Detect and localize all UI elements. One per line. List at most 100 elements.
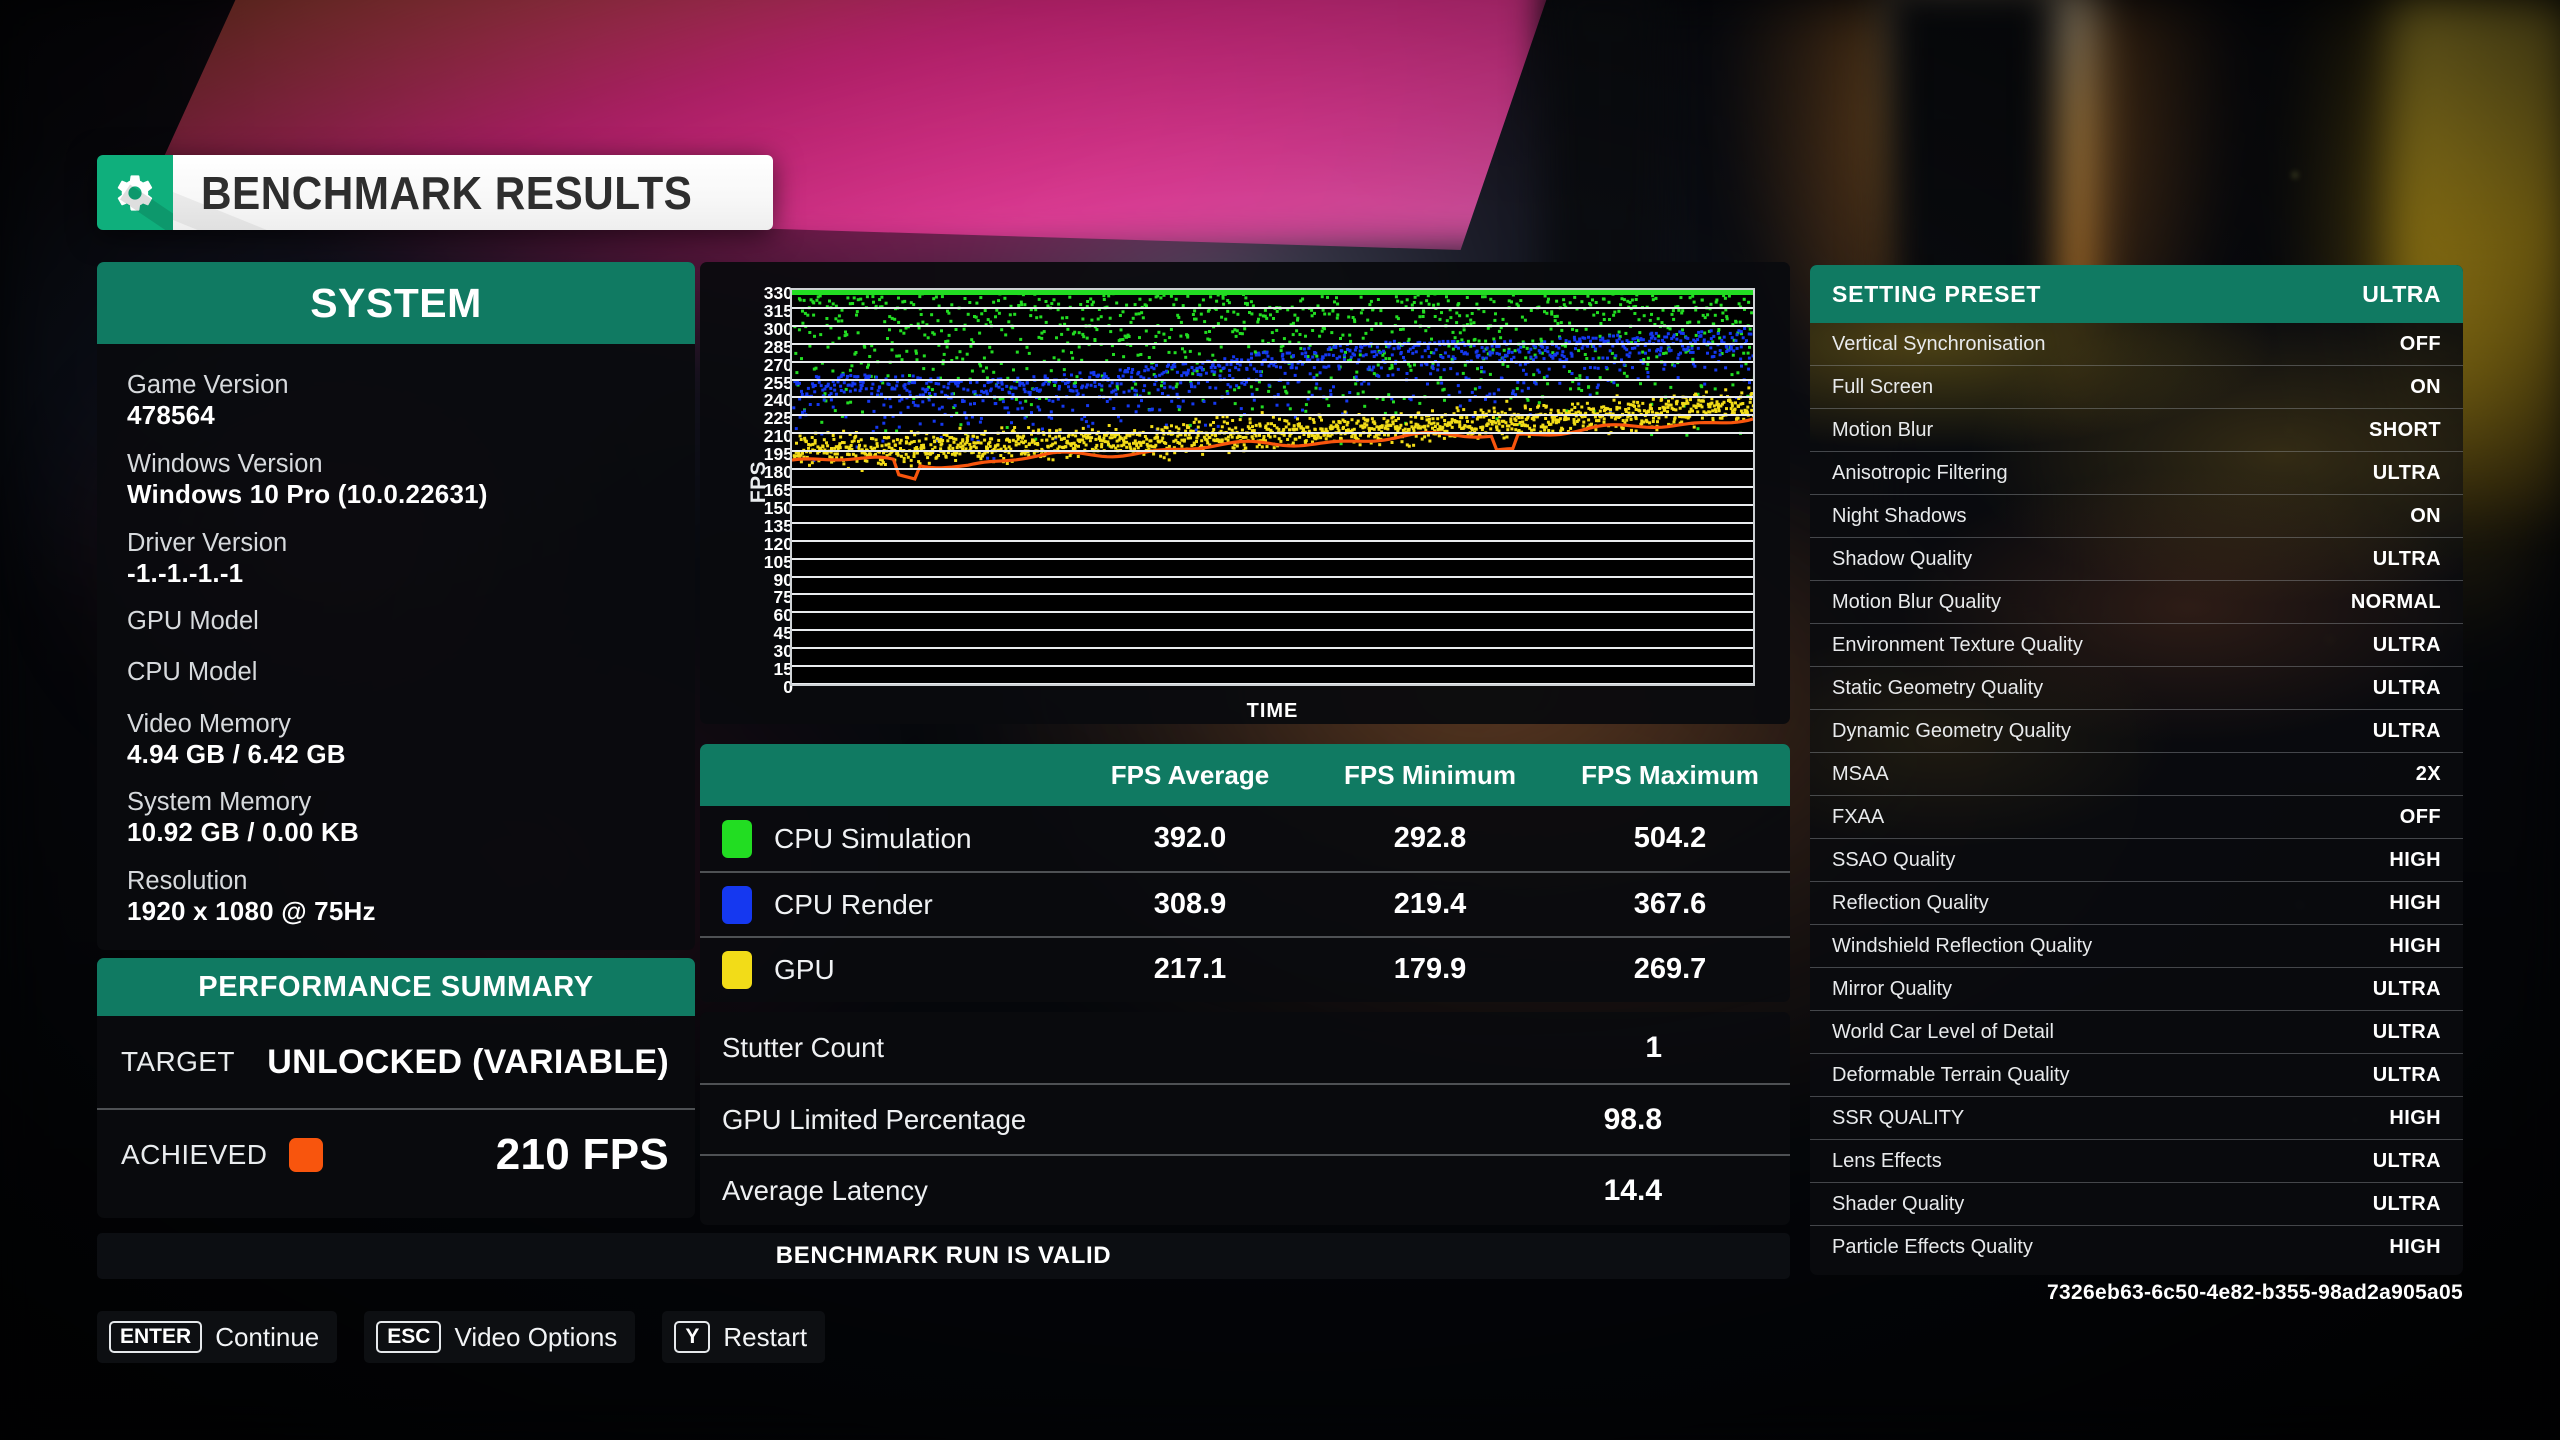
key-hint-label: Video Options [454, 1321, 618, 1352]
system-info-label: Game Version [127, 371, 289, 399]
setting-name: SSR QUALITY [1832, 1106, 1965, 1129]
setting-row: Motion Blur SHORT [1810, 409, 2463, 452]
key-hint-video-options[interactable]: ESC Video Options [364, 1311, 636, 1363]
system-info-value: 10.92 GB / 0.00 KB [127, 817, 359, 848]
chart-gridline [792, 521, 1753, 524]
fps-table-row: CPU Simulation 392.0 292.8 504.2 [700, 806, 1790, 871]
setting-value: ULTRA [2372, 1149, 2441, 1172]
fps-series-name: CPU Render [774, 888, 933, 920]
setting-name: Full Screen [1832, 375, 1934, 398]
setting-name: Motion Blur Quality [1832, 590, 2001, 613]
chart-y-tick: 180 [763, 462, 793, 483]
chart-gridline [792, 575, 1753, 578]
fps-row-maximum: 504.2 [1633, 822, 1707, 854]
setting-name: MSAA [1832, 762, 1889, 785]
setting-row: Mirror Quality ULTRA [1810, 968, 2463, 1011]
fps-row-maximum: 269.7 [1633, 953, 1707, 985]
chart-gridline [792, 593, 1753, 596]
setting-value: HIGH [2389, 891, 2441, 914]
benchmark-stat-label: Average Latency [722, 1174, 928, 1206]
setting-row: Vertical Synchronisation OFF [1810, 323, 2463, 366]
setting-row: Lens Effects ULTRA [1810, 1140, 2463, 1183]
setting-row: Motion Blur Quality NORMAL [1810, 581, 2463, 624]
system-info-row: GPU Model [127, 606, 665, 636]
fps-results-table: FPS Average FPS Minimum FPS Maximum CPU … [700, 744, 1790, 1002]
chart-gridline [792, 360, 1753, 363]
chart-gridline [792, 378, 1753, 381]
chart-y-tick: 210 [763, 426, 793, 447]
benchmark-stats-list: Stutter Count 1 GPU Limited Percentage 98.8… [700, 1012, 1790, 1225]
chart-gridline [792, 450, 1753, 453]
fps-table-header-row: FPS Average FPS Minimum FPS Maximum [700, 744, 1790, 806]
system-info-value: -1.-1.-1.-1 [127, 557, 244, 588]
settings-rows-list: Vertical Synchronisation OFF Full Screen ON… [1810, 323, 2463, 1269]
performance-summary-heading: PERFORMANCE SUMMARY [97, 958, 695, 1016]
setting-value: ON [2410, 504, 2441, 527]
setting-row: Reflection Quality HIGH [1810, 882, 2463, 925]
setting-name: World Car Level of Detail [1832, 1020, 2054, 1043]
setting-row: Shader Quality ULTRA [1810, 1183, 2463, 1226]
fps-table-row: GPU 217.1 179.9 269.7 [700, 936, 1790, 1001]
key-hint-label: Continue [215, 1321, 320, 1352]
fps-row-minimum: 219.4 [1393, 888, 1467, 920]
chart-gridline [792, 396, 1753, 399]
fps-table-body: CPU Simulation 392.0 292.8 504.2 CPU Render 3… [700, 806, 1790, 1001]
chart-plot-area [790, 288, 1755, 686]
performance-target-value: UNLOCKED (VARIABLE) [267, 1042, 669, 1081]
setting-value: HIGH [2389, 1236, 2441, 1258]
fps-row-minimum: 292.8 [1393, 822, 1467, 854]
chart-y-tick: 150 [763, 497, 793, 518]
setting-row: Particle Effects Quality HIGH [1810, 1226, 2463, 1269]
fps-row-name-cell: CPU Render [700, 885, 1070, 924]
setting-value: ULTRA [2372, 633, 2441, 656]
system-info-label: Driver Version [127, 528, 288, 557]
chart-gridline [792, 629, 1753, 632]
chart-gridline [792, 557, 1753, 560]
system-info-label: System Memory [127, 788, 312, 817]
setting-value: ON [2410, 375, 2441, 398]
chart-x-axis-label: TIME [1246, 700, 1299, 722]
fps-series-color-swatch [722, 950, 752, 989]
setting-name: Particle Effects Quality [1832, 1236, 2033, 1258]
performance-target-label: TARGET [121, 1046, 235, 1077]
fps-table-row: CPU Render 308.9 219.4 367.6 [700, 871, 1790, 936]
chart-gridline [792, 647, 1753, 650]
setting-value: ULTRA [2372, 547, 2441, 570]
chart-gridline [792, 342, 1753, 345]
setting-row: MSAA 2X [1810, 753, 2463, 796]
benchmark-validity-text: BENCHMARK RUN IS VALID [775, 1242, 1112, 1269]
chart-y-tick: 165 [763, 480, 793, 500]
setting-row: Night Shadows ON [1810, 495, 2463, 538]
chart-y-tick: 255 [763, 372, 793, 393]
fps-row-minimum: 179.9 [1393, 953, 1467, 985]
benchmark-stat-label: Stutter Count [722, 1031, 885, 1063]
chart-y-axis-ticks: 330 315 300 285 270 255 240 225 210 195 180 165 150 1… [745, 284, 793, 695]
setting-row: Environment Texture Quality ULTRA [1810, 624, 2463, 667]
key-hints-bar: ENTER Continue ESC Video Options Y Restart [97, 1311, 826, 1363]
chart-y-tick: 270 [763, 354, 793, 375]
setting-row: Dynamic Geometry Quality ULTRA [1810, 710, 2463, 753]
settings-preset-value: ULTRA [2362, 280, 2441, 307]
benchmark-run-uuid: 7326eb63-6c50-4e82-b355-98ad2a905a05 [2047, 1281, 2463, 1304]
fps-series-color-swatch [722, 885, 752, 924]
setting-name: Dynamic Geometry Quality [1832, 719, 2071, 742]
key-hint-continue[interactable]: ENTER Continue [97, 1311, 338, 1363]
chart-y-tick: 135 [763, 515, 793, 536]
setting-name: Shadow Quality [1832, 547, 1973, 570]
setting-name: FXAA [1832, 805, 1885, 828]
setting-name: Mirror Quality [1832, 977, 1953, 1000]
setting-value: 2X [2415, 762, 2441, 785]
key-hint-restart[interactable]: Y Restart [662, 1311, 826, 1363]
fps-series-name: GPU [774, 953, 835, 985]
chart-y-tick: 195 [763, 444, 793, 465]
chart-gridline [792, 306, 1753, 309]
chart-y-tick: 225 [763, 408, 793, 429]
setting-name: Environment Texture Quality [1832, 633, 2083, 656]
benchmark-stat-row: Average Latency 14.4 [700, 1154, 1790, 1225]
setting-row: Anisotropic Filtering ULTRA [1810, 452, 2463, 495]
setting-row: Shadow Quality ULTRA [1810, 538, 2463, 581]
chart-gridline [792, 486, 1753, 488]
setting-name: Vertical Synchronisation [1832, 332, 2046, 355]
setting-name: Lens Effects [1832, 1149, 1942, 1172]
setting-value: ULTRA [2372, 719, 2441, 742]
